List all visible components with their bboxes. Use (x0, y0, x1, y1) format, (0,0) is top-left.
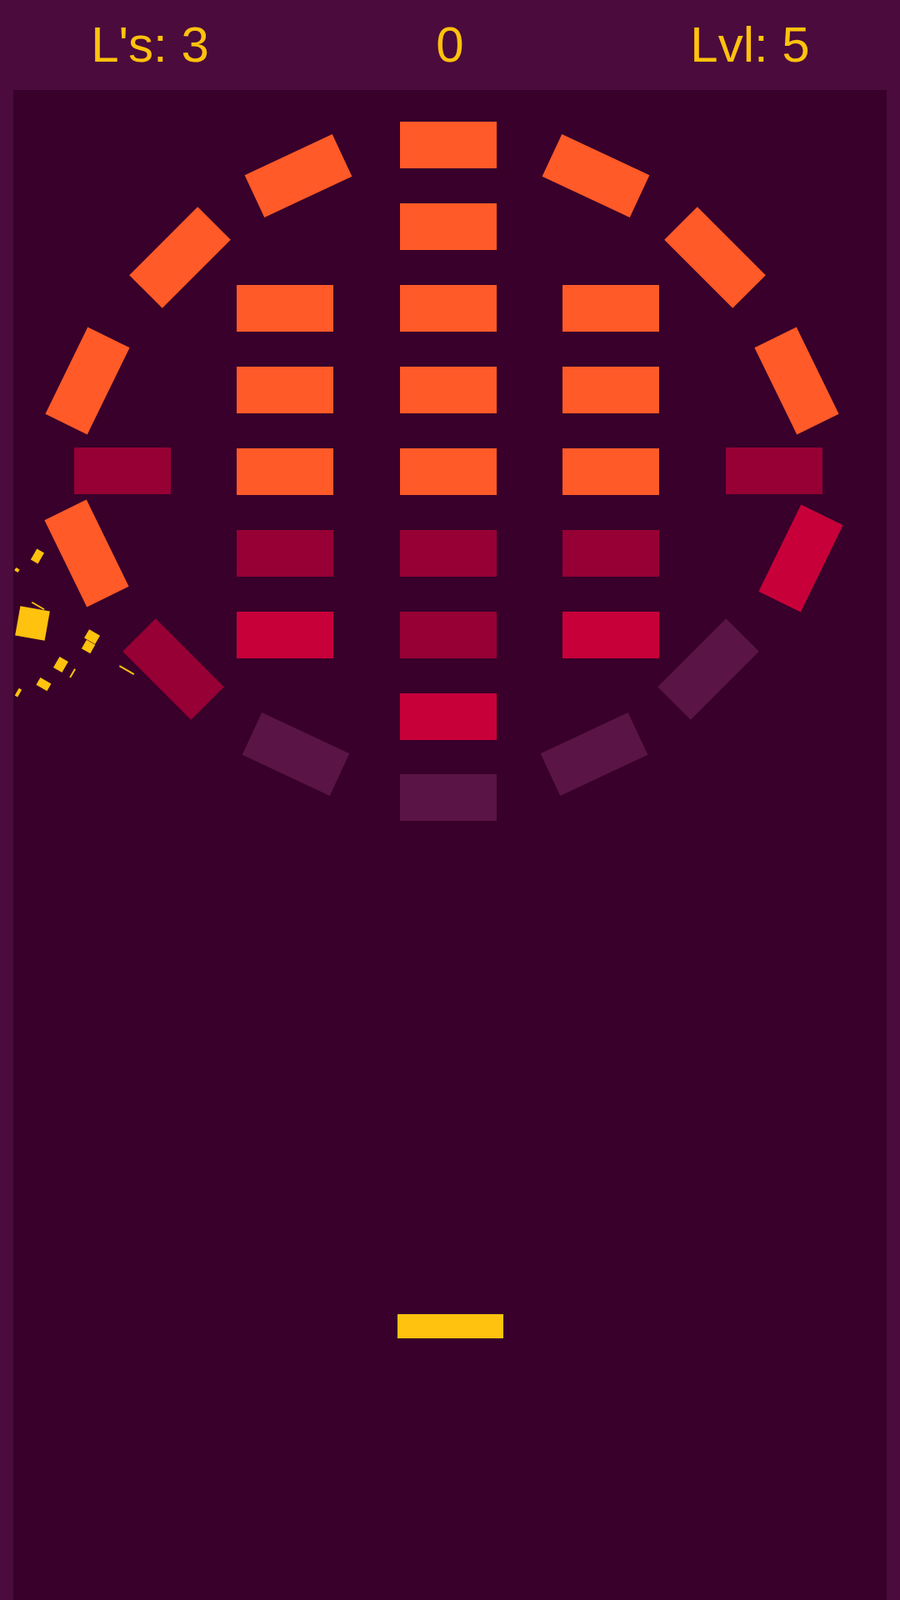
ring-brick (244, 134, 352, 218)
grid-brick (562, 366, 660, 414)
paddle[interactable] (397, 1314, 504, 1339)
grid-brick (562, 448, 660, 495)
grid-brick (400, 448, 497, 495)
hud-bar: L's: 3 0 Lvl: 5 (0, 0, 900, 90)
spark (53, 656, 69, 673)
grid-brick (400, 611, 497, 659)
ring-brick (759, 505, 844, 613)
spark (14, 687, 21, 696)
spark (119, 665, 135, 676)
grid-brick (562, 611, 660, 659)
spark (36, 677, 52, 691)
ring-brick (129, 206, 231, 309)
spark (69, 668, 76, 679)
ring-brick (122, 619, 225, 721)
ring-brick (665, 206, 767, 309)
grid-brick (400, 366, 497, 414)
ring-brick (657, 619, 760, 721)
ring-brick (400, 774, 497, 821)
grid-brick (400, 693, 497, 740)
level-counter: Lvl: 5 (600, 20, 900, 70)
spark (30, 549, 45, 565)
grid-brick (562, 285, 660, 332)
grid-brick (562, 530, 660, 577)
grid-brick (236, 448, 334, 495)
play-field[interactable] (13, 90, 887, 1600)
ring-brick (45, 327, 130, 435)
lives-counter: L's: 3 (0, 20, 300, 70)
grid-brick (400, 203, 497, 250)
ring-brick (542, 134, 650, 218)
grid-brick (236, 366, 334, 414)
grid-brick (236, 285, 334, 332)
ring-brick (44, 499, 129, 607)
ring-brick (400, 121, 497, 169)
ring-brick (242, 712, 350, 796)
ring-brick (725, 447, 823, 495)
score-counter: 0 (300, 20, 600, 70)
grid-brick (400, 530, 497, 577)
ring-brick (540, 712, 648, 796)
grid-brick (400, 285, 497, 332)
ring-brick (74, 447, 171, 495)
ring-brick (755, 327, 840, 435)
spark (15, 567, 20, 573)
grid-brick (236, 530, 334, 577)
grid-brick (236, 611, 334, 659)
ball (15, 606, 50, 642)
